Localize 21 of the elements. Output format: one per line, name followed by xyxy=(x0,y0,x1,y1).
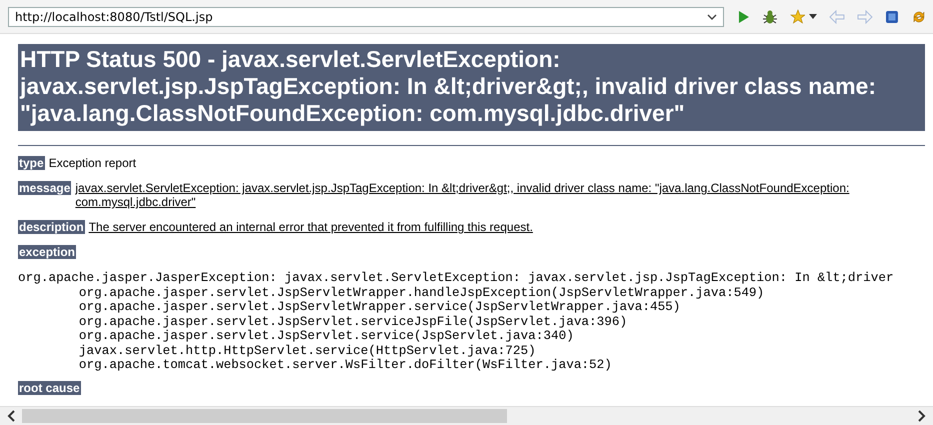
error-heading: HTTP Status 500 - javax.servlet.ServletException: javax.servlet.jsp.JspTagException: In &lt;driver&gt;, invalid driver class name: "java.lang.ClassNotFoundException: com.mysql.jdbc.driver" xyxy=(18,44,925,131)
scrollbar-thumb[interactable] xyxy=(22,409,507,423)
field-value: javax.servlet.ServletException: javax.servlet.jsp.JspTagException: In &lt;driver&gt;, invalid driver class name: "java.lang.ClassNotFoundException: com.mysql.jdbc.driver" xyxy=(75,181,850,209)
exception-label: exception xyxy=(18,245,76,259)
field-label: message xyxy=(18,181,72,195)
dropdown-icon[interactable] xyxy=(706,14,717,20)
field-label: description xyxy=(18,220,85,234)
bug-icon[interactable] xyxy=(762,8,778,24)
field-value: Exception report xyxy=(48,156,136,170)
scroll-left-icon[interactable] xyxy=(7,410,15,422)
scroll-right-icon[interactable] xyxy=(918,410,926,422)
field-label: type xyxy=(18,156,45,170)
caret-icon[interactable] xyxy=(809,14,818,19)
star-icon[interactable] xyxy=(790,8,806,24)
stack-trace: org.apache.jasper.JasperException: javax.servlet.ServletException: javax.servlet.jsp.JspTagException: In &lt;driver org.apache.jasper.servlet.JspServletWrapper.handleJspException(JspServletWrapper.java:549) org.apache.jasper.servlet.JspServletWrapper.service(JspServletWrapper.java:455) org.apache.jasper.servlet.JspServlet.serviceJspFile(JspServlet.java:396) org.apache.jasper.servlet.JspServlet.service(JspServlet.java:340) javax.servlet.http.HttpServlet.service(HttpServlet.java:725) org.apache.tomcat.websocket.server.WsFilter.doFilter(WsFilter.java:52) xyxy=(18,271,895,372)
stop-icon[interactable] xyxy=(885,10,900,24)
url-field[interactable]: http://localhost:8080/Tstl/SQL.jsp xyxy=(8,6,724,26)
root-cause-label: root cause xyxy=(18,380,81,394)
url-text: http://localhost:8080/Tstl/SQL.jsp xyxy=(15,10,213,24)
field-value: The server encountered an internal error that prevented it from fulfilling this request. xyxy=(88,220,533,234)
horizontal-scrollbar[interactable] xyxy=(0,406,933,425)
